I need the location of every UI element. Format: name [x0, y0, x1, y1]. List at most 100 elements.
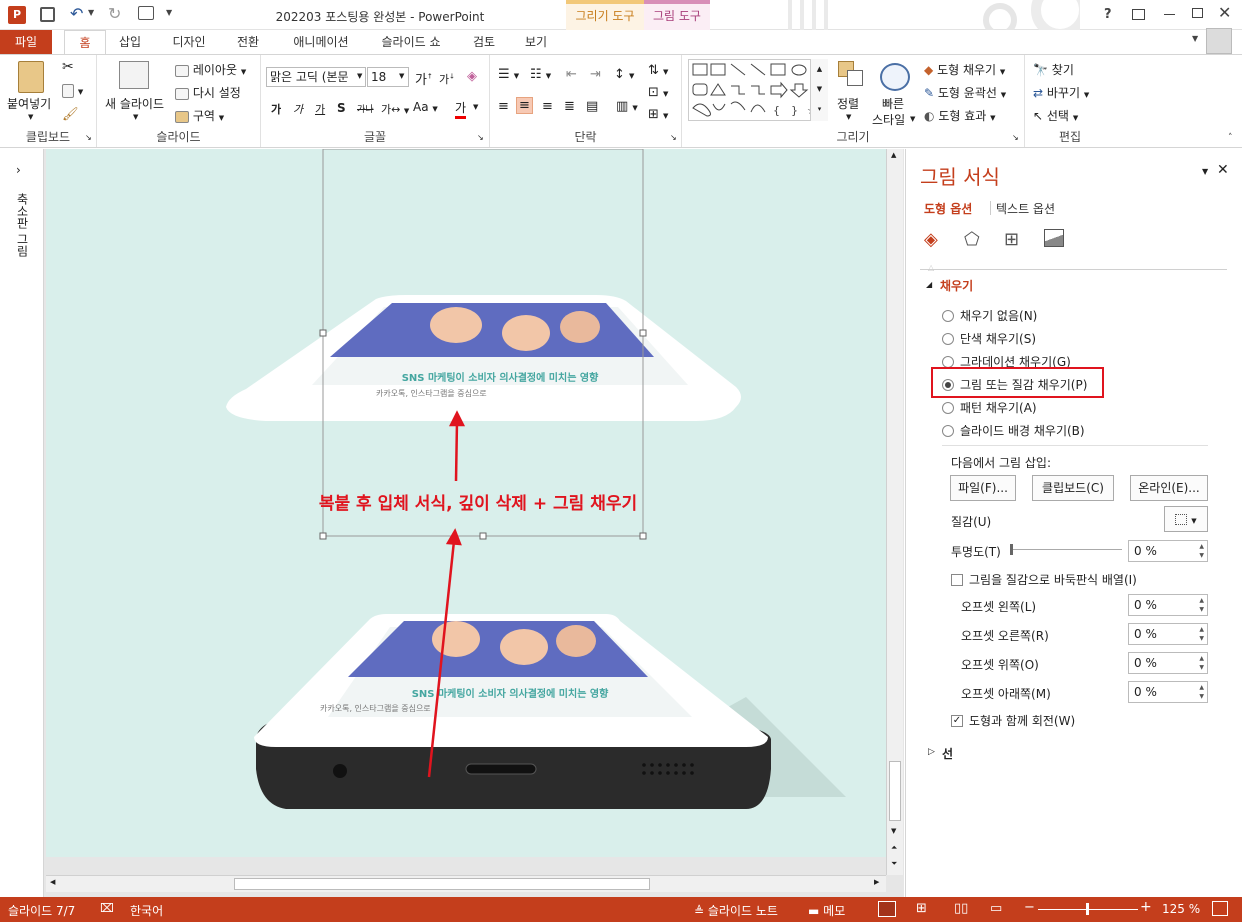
format-painter-icon[interactable]: 🖌: [62, 107, 79, 122]
effects-icon[interactable]: ⬠: [964, 229, 980, 250]
insert-file-button[interactable]: 파일(F)...: [950, 475, 1016, 501]
shadow-button[interactable]: S: [337, 101, 346, 115]
arrange-icon[interactable]: [838, 61, 864, 87]
transparency-slider-track[interactable]: [1012, 549, 1122, 550]
bold-button[interactable]: 가: [271, 101, 281, 117]
offset-right-input[interactable]: 0 %: [1128, 623, 1208, 645]
line-spacing-icon[interactable]: ↕ ▼: [614, 67, 634, 82]
fill-solid-option[interactable]: 단색 채우기(S): [942, 330, 1036, 347]
distributed-icon[interactable]: ▤: [586, 99, 598, 114]
insert-clipboard-button[interactable]: 클립보드(C): [1032, 475, 1114, 501]
select-button[interactable]: ↖ 선택 ▼: [1033, 107, 1078, 124]
font-name-field[interactable]: 맑은 고딕 (본문: [266, 67, 366, 87]
expand-thumbnails-icon[interactable]: ›: [16, 163, 21, 177]
fill-none-option[interactable]: 채우기 없음(N): [942, 307, 1037, 324]
font-color-icon[interactable]: 가: [455, 99, 467, 119]
horizontal-scroll-thumb[interactable]: [234, 878, 650, 890]
fill-slide-bg-option[interactable]: 슬라이드 배경 채우기(B): [942, 422, 1085, 439]
quick-styles-icon[interactable]: [880, 63, 910, 91]
paste-icon[interactable]: [18, 61, 44, 93]
smartart-icon[interactable]: ⊞ ▼: [648, 107, 668, 122]
comments-button[interactable]: ▬ 메모: [808, 902, 845, 919]
align-left-icon[interactable]: ≡: [498, 99, 509, 114]
ribbon-collapse-icon[interactable]: ▼: [1192, 34, 1198, 43]
reading-view-icon[interactable]: ▯▯: [954, 901, 968, 916]
quick-styles-label-1[interactable]: 빠른: [882, 95, 904, 112]
pane-close-icon[interactable]: ✕: [1217, 162, 1229, 178]
paste-dropdown-icon[interactable]: ▼: [28, 113, 33, 121]
texture-picker[interactable]: ▼: [1164, 506, 1208, 532]
offset-bottom-input[interactable]: 0 %: [1128, 681, 1208, 703]
next-slide-icon[interactable]: ⏷: [891, 859, 897, 869]
thumbnail-pane-label[interactable]: 축소판 그림: [14, 193, 31, 257]
decrease-indent-icon[interactable]: ⇤: [566, 67, 577, 82]
transparency-slider-thumb[interactable]: [1010, 544, 1013, 555]
align-center-icon[interactable]: ≡: [516, 97, 533, 114]
copy-icon[interactable]: ▼: [62, 83, 83, 98]
notes-button[interactable]: ≜ 슬라이드 노트: [694, 902, 778, 919]
underline-button[interactable]: 가: [315, 101, 325, 117]
slide-sorter-view-icon[interactable]: ⊞: [916, 901, 927, 916]
ribbon-display-icon[interactable]: [1132, 9, 1145, 20]
scroll-right-icon[interactable]: ▶: [874, 878, 879, 886]
strikethrough-button[interactable]: 가나: [357, 102, 374, 115]
scroll-left-icon[interactable]: ◀: [50, 878, 55, 886]
scroll-down-icon[interactable]: ▼: [891, 827, 896, 835]
quick-styles-label-2[interactable]: 스타일: [872, 111, 905, 128]
vertical-scroll-thumb[interactable]: [889, 761, 901, 821]
reset-button[interactable]: 다시 설정: [175, 84, 241, 101]
zoom-in-icon[interactable]: +: [1140, 899, 1152, 915]
tab-shape-options[interactable]: 도형 옵션: [924, 200, 972, 217]
horizontal-scrollbar[interactable]: ◀ ▶: [46, 875, 886, 892]
align-text-icon[interactable]: ⊡ ▼: [648, 85, 668, 100]
font-color-dropdown-icon[interactable]: ▼: [473, 103, 478, 111]
spellcheck-icon[interactable]: ⌧: [100, 901, 114, 915]
pane-options-dropdown-icon[interactable]: ▼: [1202, 167, 1208, 176]
size-properties-icon[interactable]: ⊞: [1004, 229, 1019, 250]
maximize-button[interactable]: [1192, 8, 1203, 18]
slide[interactable]: SNS 마케팅이 소비자 의사결정에 미치는 영향 카카오톡, 인스타그램을 중…: [46, 149, 886, 857]
italic-button[interactable]: 가: [293, 101, 303, 117]
arrange-dropdown-icon[interactable]: ▼: [846, 113, 851, 121]
shrink-font-icon[interactable]: 가↓: [439, 71, 455, 87]
help-button[interactable]: ?: [1104, 7, 1112, 22]
layout-button[interactable]: 레이아웃 ▼: [175, 61, 246, 78]
bullets-icon[interactable]: ☰ ▼: [498, 67, 519, 82]
find-button[interactable]: 🔭 찾기: [1033, 61, 1074, 78]
language-indicator[interactable]: 한국어: [130, 902, 163, 919]
line-section-toggle-icon[interactable]: ▷: [928, 747, 935, 757]
columns-icon[interactable]: ▥ ▼: [616, 99, 638, 114]
text-direction-icon[interactable]: ⇅ ▼: [648, 63, 668, 78]
shape-outline-button[interactable]: ✎ 도형 윤곽선 ▼: [924, 84, 1006, 101]
fit-slide-icon[interactable]: [1212, 901, 1228, 916]
tab-review[interactable]: 검토: [466, 30, 502, 54]
fill-line-icon[interactable]: ◈: [924, 229, 938, 250]
justify-icon[interactable]: ≣: [564, 99, 575, 114]
normal-view-icon[interactable]: [878, 901, 896, 917]
prev-slide-icon[interactable]: ⏶: [891, 843, 897, 853]
offset-top-input[interactable]: 0 %: [1128, 652, 1208, 674]
clear-format-icon[interactable]: ◈: [467, 69, 477, 84]
align-right-icon[interactable]: ≡: [542, 99, 553, 114]
new-slide-dropdown-icon[interactable]: ▼: [133, 113, 138, 121]
scroll-up-icon[interactable]: ▲: [891, 151, 896, 159]
fill-pattern-option[interactable]: 패턴 채우기(A): [942, 399, 1037, 416]
offset-left-input[interactable]: 0 %: [1128, 594, 1208, 616]
rotate-checkbox-checked[interactable]: ✓: [951, 714, 963, 727]
char-spacing-icon[interactable]: 가↔ ▼: [381, 101, 409, 117]
new-slide-icon[interactable]: [119, 61, 149, 89]
picture-icon[interactable]: [1044, 229, 1064, 247]
quick-styles-dropdown-icon[interactable]: ▼: [910, 115, 915, 123]
change-case-icon[interactable]: Aa ▼: [413, 100, 438, 114]
replace-button[interactable]: ⇄ 바꾸기 ▼: [1033, 84, 1089, 101]
tab-slideshow[interactable]: 슬라이드 쇼: [374, 30, 448, 54]
account-avatar[interactable]: [1206, 28, 1232, 54]
zoom-out-icon[interactable]: −: [1024, 900, 1035, 915]
shape-fill-button[interactable]: ◆ 도형 채우기 ▼: [924, 61, 1005, 78]
arrange-button[interactable]: 정렬: [837, 95, 859, 112]
collapse-ribbon-icon[interactable]: ˄: [1228, 133, 1233, 143]
minimize-button[interactable]: [1164, 14, 1175, 15]
tab-view[interactable]: 보기: [518, 30, 554, 54]
zoom-slider-thumb[interactable]: [1086, 903, 1089, 915]
cut-icon[interactable]: ✂: [62, 59, 74, 75]
